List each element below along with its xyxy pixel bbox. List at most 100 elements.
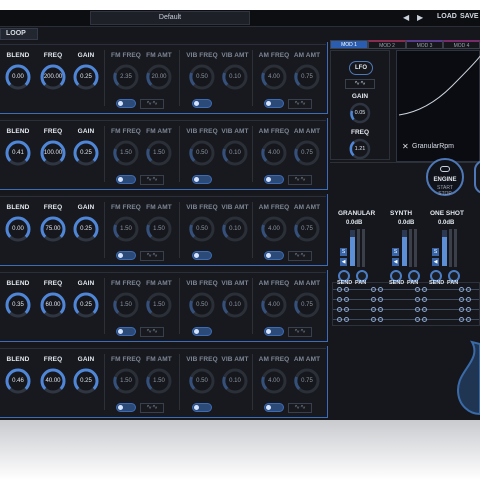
am-enable-toggle[interactable] [264, 175, 284, 184]
fm-waveform-selector[interactable]: ∿∿ [140, 175, 164, 185]
next-preset-icon[interactable]: ▶ [417, 13, 423, 22]
vib-amt-value: 0.10 [229, 378, 241, 384]
solo-button[interactable]: S [392, 248, 399, 256]
matrix-node[interactable] [422, 287, 427, 292]
matrix-node[interactable] [415, 307, 420, 312]
matrix-node[interactable] [459, 287, 464, 292]
matrix-node[interactable] [371, 297, 376, 302]
matrix-node[interactable] [344, 307, 349, 312]
matrix-node[interactable] [371, 287, 376, 292]
matrix-node[interactable] [422, 297, 427, 302]
matrix-node[interactable] [459, 317, 464, 322]
blend-value: 0.46 [12, 378, 24, 384]
fm-waveform-selector[interactable]: ∿∿ [140, 251, 164, 261]
matrix-node[interactable] [337, 297, 342, 302]
fm-waveform-selector[interactable]: ∿∿ [140, 403, 164, 413]
matrix-node[interactable] [371, 317, 376, 322]
matrix-node[interactable] [378, 297, 383, 302]
fm-enable-toggle[interactable] [116, 327, 136, 336]
am-waveform-selector[interactable]: ∿∿ [288, 327, 312, 337]
matrix-node[interactable] [466, 287, 471, 292]
am-freq-control: AM FREQ 4.00 [258, 46, 290, 106]
vib-enable-toggle[interactable] [192, 251, 212, 260]
mixer-fader[interactable] [350, 230, 355, 266]
am-amt-label: AM AMT [293, 52, 321, 59]
vib-enable-toggle[interactable] [192, 403, 212, 412]
fm-enable-toggle[interactable] [116, 175, 136, 184]
matrix-row-line [333, 289, 479, 290]
am-waveform-selector[interactable]: ∿∿ [288, 403, 312, 413]
solo-button[interactable]: S [340, 248, 347, 256]
lfo-waveform-selector[interactable]: ∿∿ [345, 79, 375, 89]
matrix-node[interactable] [378, 307, 383, 312]
mod-matrix[interactable] [332, 282, 480, 326]
matrix-node[interactable] [466, 307, 471, 312]
am-enable-toggle[interactable] [264, 251, 284, 260]
tab-loop[interactable]: LOOP [0, 28, 38, 40]
matrix-node[interactable] [415, 287, 420, 292]
vib-freq-value: 0.50 [196, 378, 208, 384]
tab-mod-2[interactable]: MOD 2 [368, 40, 406, 49]
vib-enable-toggle[interactable] [192, 327, 212, 336]
matrix-node[interactable] [337, 317, 342, 322]
fm-enable-toggle[interactable] [116, 403, 136, 412]
am-enable-toggle[interactable] [264, 403, 284, 412]
matrix-node[interactable] [466, 297, 471, 302]
am-amt-value: 0.75 [301, 378, 313, 384]
fm-waveform-selector[interactable]: ∿∿ [140, 327, 164, 337]
am-enable-toggle[interactable] [264, 327, 284, 336]
matrix-node[interactable] [337, 307, 342, 312]
prev-preset-icon[interactable]: ◀ [403, 13, 409, 22]
gain-value: 0.25 [80, 302, 92, 308]
freq-control: FREQ 40.00 [37, 350, 69, 410]
matrix-node[interactable] [422, 307, 427, 312]
matrix-node[interactable] [344, 287, 349, 292]
matrix-node[interactable] [459, 297, 464, 302]
matrix-node[interactable] [415, 317, 420, 322]
engine-indicator-icon [440, 166, 450, 172]
level-meter [362, 229, 365, 267]
matrix-node[interactable] [466, 317, 471, 322]
secondary-round-button[interactable] [474, 160, 480, 194]
mute-button[interactable]: ◀ [340, 258, 347, 266]
fm-freq-control: FM FREQ 1.50 [110, 122, 142, 182]
fm-freq-control: FM FREQ 1.50 [110, 274, 142, 334]
am-enable-toggle[interactable] [264, 99, 284, 108]
mixer-channel-title: GRANULAR [338, 210, 376, 217]
preset-name-display[interactable]: Default [90, 11, 250, 25]
matrix-node[interactable] [422, 317, 427, 322]
matrix-node[interactable] [371, 307, 376, 312]
am-waveform-selector[interactable]: ∿∿ [288, 175, 312, 185]
matrix-node[interactable] [415, 297, 420, 302]
top-bar: Default ◀ ▶ LOAD SAVE [0, 10, 480, 27]
solo-button[interactable]: S [432, 248, 439, 256]
matrix-row-line [333, 309, 479, 310]
remove-target-icon[interactable]: ✕ [402, 142, 409, 151]
am-waveform-selector[interactable]: ∿∿ [288, 251, 312, 261]
vib-enable-toggle[interactable] [192, 99, 212, 108]
tab-mod-4[interactable]: MOD 4 [443, 40, 480, 49]
save-button[interactable]: SAVE [460, 13, 479, 20]
mute-button[interactable]: ◀ [432, 258, 439, 266]
fm-waveform-selector[interactable]: ∿∿ [140, 99, 164, 109]
lfo-button[interactable]: LFO [349, 61, 373, 75]
mixer-fader[interactable] [402, 230, 407, 266]
matrix-node[interactable] [459, 307, 464, 312]
vib-enable-toggle[interactable] [192, 175, 212, 184]
tab-mod-3[interactable]: MOD 3 [406, 40, 443, 49]
matrix-node[interactable] [378, 287, 383, 292]
fm-enable-toggle[interactable] [116, 99, 136, 108]
tab-mod-1[interactable]: MOD 1 [330, 40, 368, 49]
fm-enable-toggle[interactable] [116, 251, 136, 260]
freq-control: FREQ 60.00 [37, 274, 69, 334]
load-button[interactable]: LOAD [437, 13, 457, 20]
mod-tabs: MOD 1 MOD 2 MOD 3 MOD 4 [330, 40, 480, 49]
mod-freq-label: FREQ [350, 129, 370, 136]
matrix-node[interactable] [344, 297, 349, 302]
matrix-node[interactable] [344, 317, 349, 322]
matrix-node[interactable] [378, 317, 383, 322]
mute-button[interactable]: ◀ [392, 258, 399, 266]
am-waveform-selector[interactable]: ∿∿ [288, 99, 312, 109]
matrix-node[interactable] [337, 287, 342, 292]
mixer-fader[interactable] [442, 230, 447, 266]
